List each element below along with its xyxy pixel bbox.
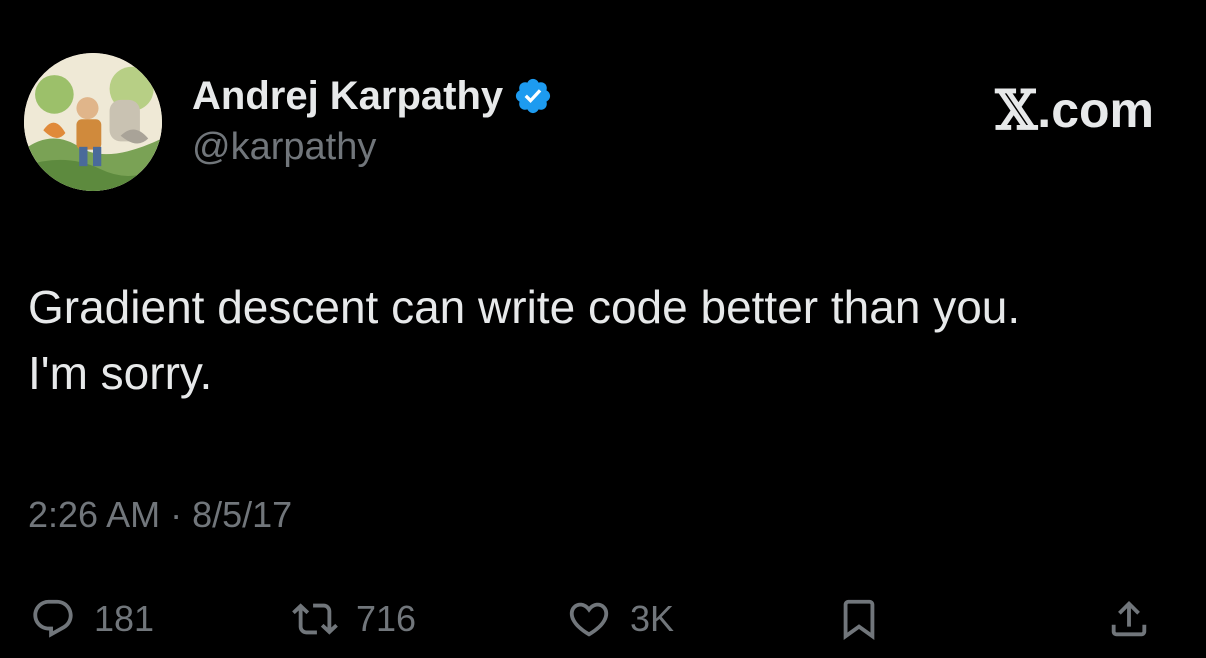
meta-separator: · xyxy=(160,494,193,535)
action-bar: 181 716 3K xyxy=(0,588,1206,650)
share-icon xyxy=(1111,600,1147,637)
repost-button[interactable]: 716 xyxy=(292,588,416,650)
verified-badge-icon[interactable] xyxy=(513,76,553,116)
reply-button[interactable]: 181 xyxy=(30,588,154,650)
repost-count: 716 xyxy=(356,598,417,639)
reply-icon xyxy=(33,599,73,638)
avatar[interactable] xyxy=(24,53,162,191)
repost-icon xyxy=(292,603,338,635)
author-handle[interactable]: @karpathy xyxy=(192,126,376,169)
avatar-illustration-icon xyxy=(24,53,162,191)
x-logo-icon: 𝕏 xyxy=(995,78,1038,142)
bookmark-button[interactable] xyxy=(836,588,882,650)
like-button[interactable]: 3K xyxy=(566,588,674,650)
tweet-time: 2:26 AM xyxy=(28,494,161,535)
reply-count: 181 xyxy=(94,598,155,639)
share-button[interactable] xyxy=(1106,588,1152,650)
like-icon xyxy=(569,602,609,637)
tweet-date: 8/5/17 xyxy=(192,494,293,535)
display-name[interactable]: Andrej Karpathy xyxy=(192,74,503,119)
brand-suffix: .com xyxy=(1037,82,1154,138)
bookmark-icon xyxy=(843,599,875,640)
tweet-card: Andrej Karpathy @karpathy 𝕏 .com Gradient… xyxy=(0,0,1206,658)
author-name-row: Andrej Karpathy xyxy=(192,70,553,122)
tweet-text-line: Gradient descent can write code better t… xyxy=(28,281,1021,333)
tweet-text-line: I'm sorry. xyxy=(28,347,213,399)
tweet-timestamp[interactable]: 2:26 AM · 8/5/17 xyxy=(28,494,292,536)
tweet-text: Gradient descent can write code better t… xyxy=(28,274,1188,406)
brand-logo: 𝕏 .com xyxy=(995,78,1154,142)
like-count: 3K xyxy=(630,598,675,639)
